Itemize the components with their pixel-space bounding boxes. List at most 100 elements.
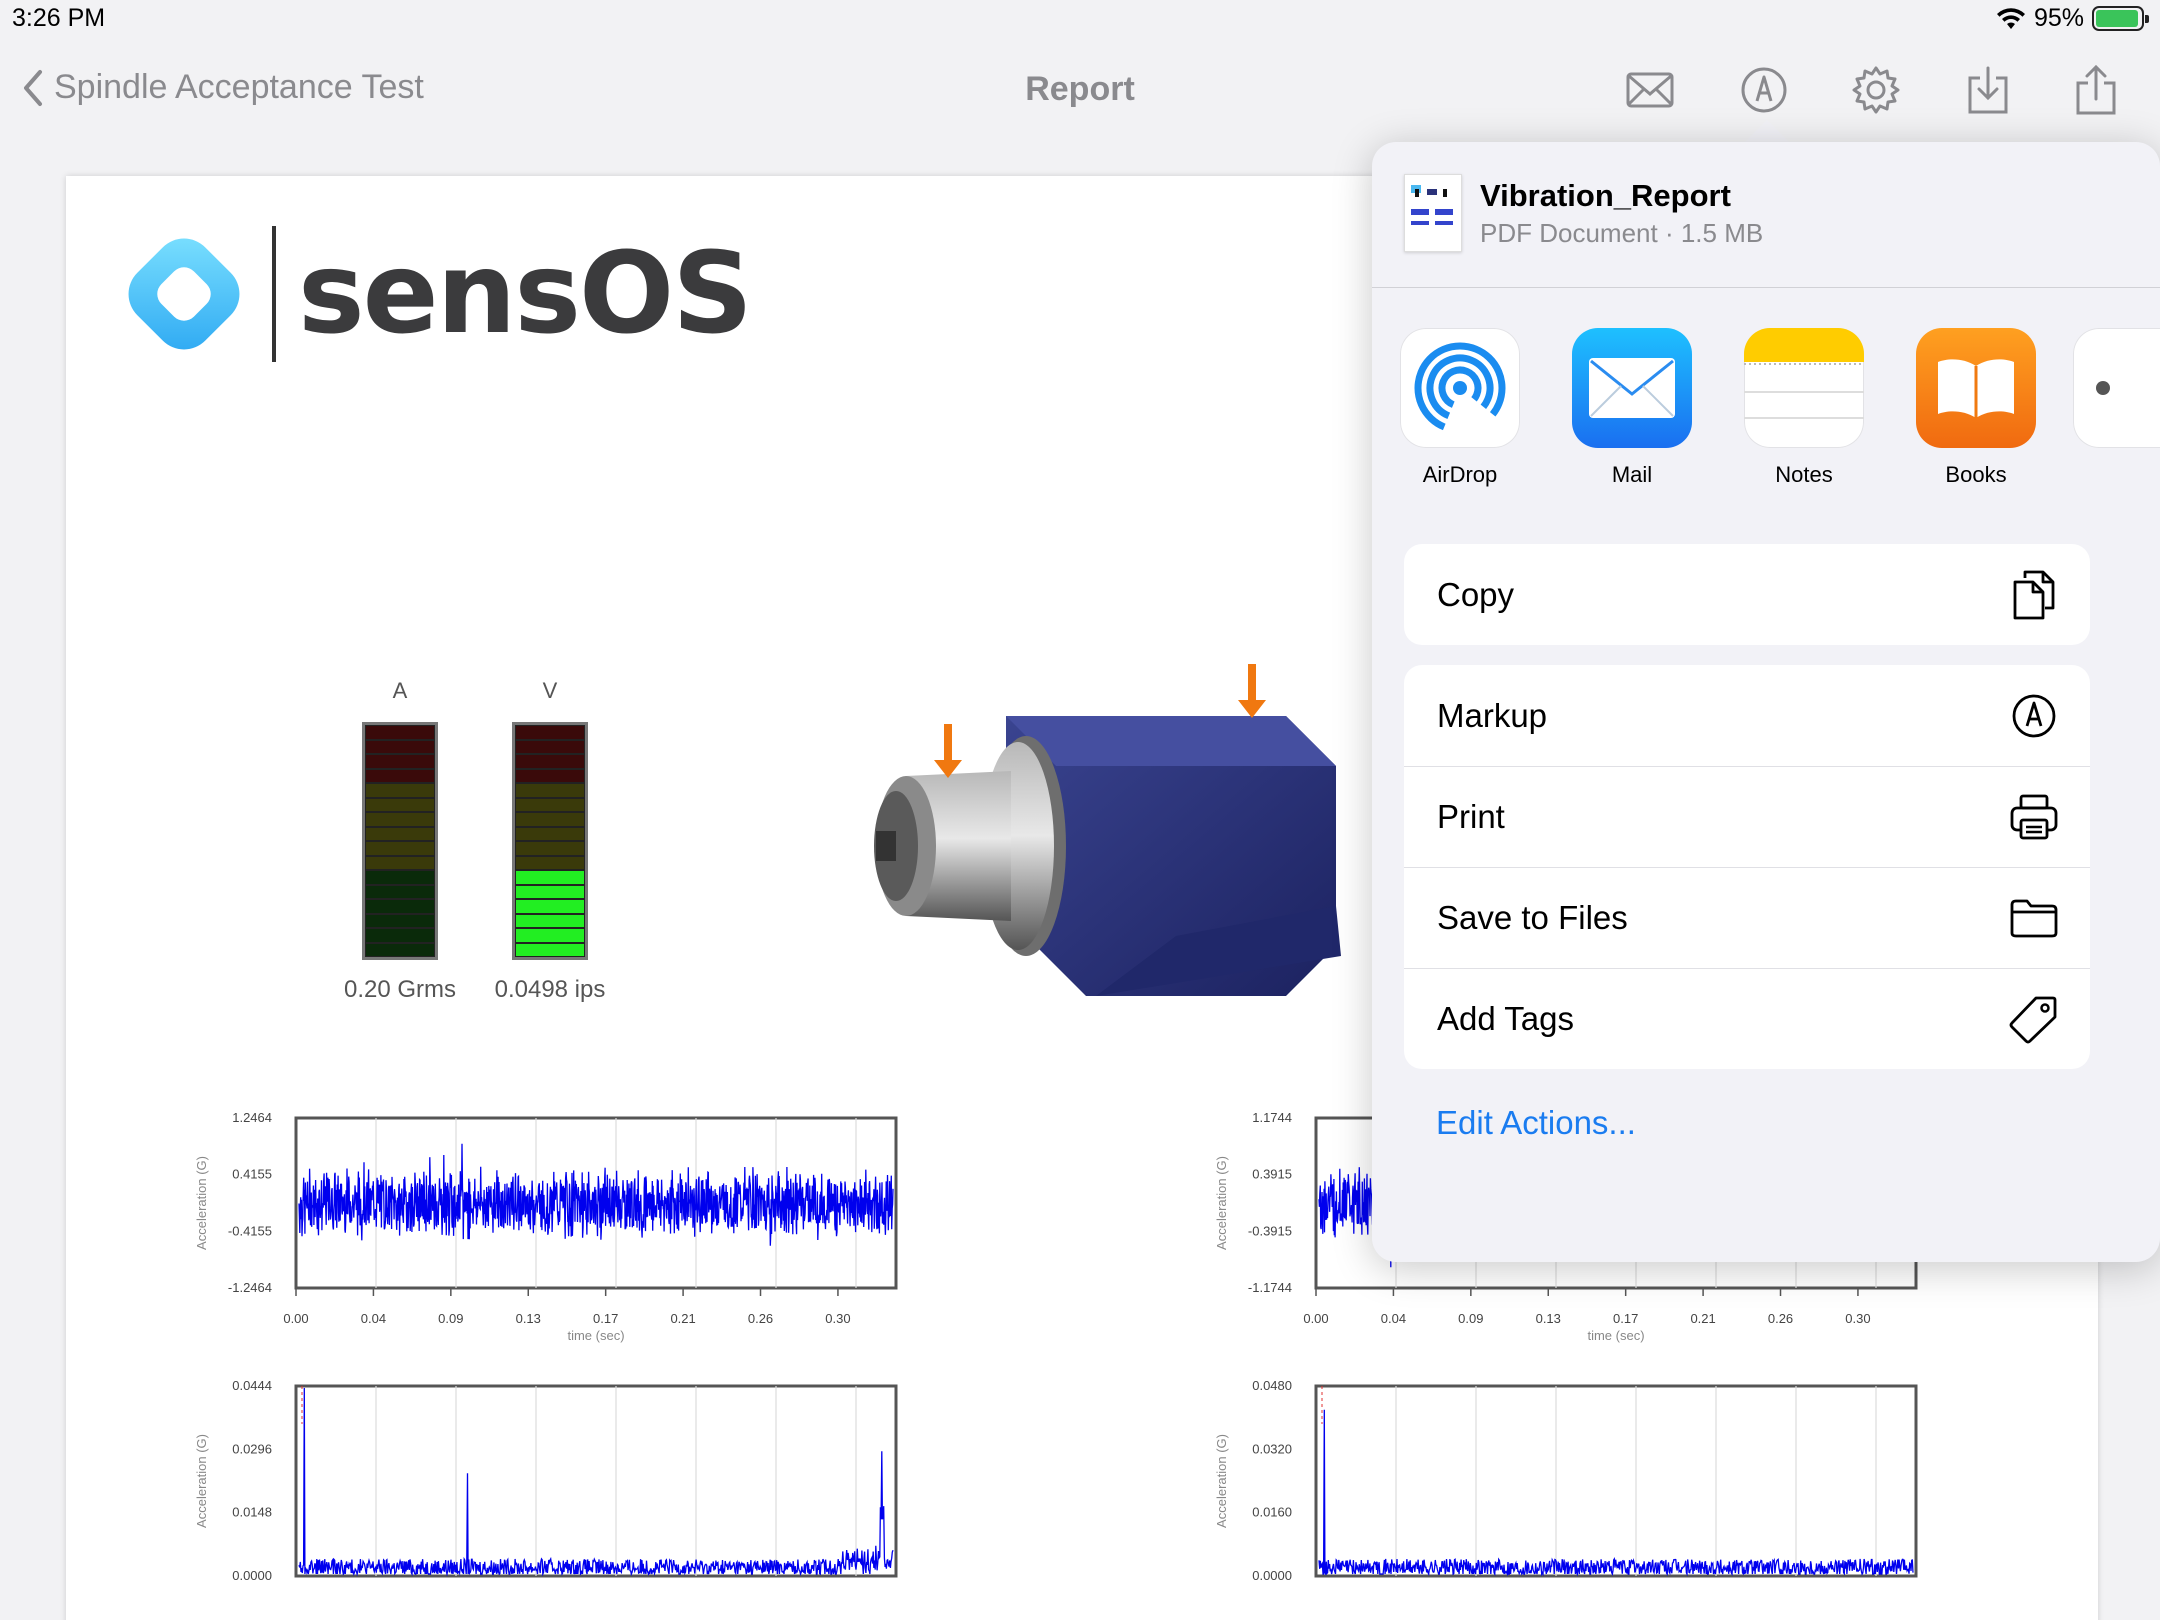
y-axis-title: Acceleration (G): [1214, 1156, 1229, 1250]
action-label: Copy: [1437, 575, 1515, 613]
add-tags-action[interactable]: Add Tags: [1404, 968, 2090, 1069]
markup-action[interactable]: Markup: [1404, 665, 2090, 766]
wifi-icon: [1996, 7, 2025, 29]
y-tick-label: 1.2464: [232, 1110, 272, 1125]
meter-segment: [366, 798, 434, 811]
battery-fill: [2096, 10, 2138, 27]
folder-icon: [2008, 892, 2060, 944]
mail-app-icon: [1572, 328, 1692, 448]
meter-segment: [366, 842, 434, 855]
x-axis-title: time (sec): [1587, 1328, 1644, 1343]
plot-area: [294, 1384, 898, 1578]
y-tick-label: 0.0444: [232, 1378, 272, 1393]
meter-segment: [366, 856, 434, 869]
share-app-notes[interactable]: Notes: [1729, 328, 1879, 488]
x-tick-label: 0.00: [283, 1311, 308, 1326]
meter-segment: [516, 856, 584, 869]
save-to-files-action[interactable]: Save to Files: [1404, 867, 2090, 968]
meter-segment: [366, 871, 434, 884]
share-app-mail[interactable]: Mail: [1557, 328, 1707, 488]
logo-divider: [272, 226, 276, 362]
sensos-logo: sensOS: [114, 224, 753, 364]
meter-segment: [516, 813, 584, 826]
meter-segment: [366, 813, 434, 826]
meter-a-label: A: [392, 678, 408, 703]
notes-app-icon: [1744, 328, 1864, 448]
meter-v-label: V: [542, 678, 558, 703]
share-app-more[interactable]: [2073, 328, 2160, 448]
meter-segment: [366, 755, 434, 768]
y-tick-label: 0.0160: [1252, 1505, 1292, 1520]
x-tick-label: 0.26: [1768, 1311, 1793, 1326]
meter-segment: [516, 740, 584, 753]
y-tick-label: 1.1744: [1252, 1110, 1292, 1125]
velocity-value: 0.0498 ips: [494, 976, 606, 1003]
x-tick-label: 0.17: [593, 1311, 618, 1326]
x-tick-label: 0.21: [1690, 1311, 1715, 1326]
page-title: Report: [1025, 70, 1135, 108]
y-axis-title: Acceleration (G): [194, 1156, 209, 1250]
back-button[interactable]: Spindle Acceptance Test: [22, 68, 424, 107]
share-sheet-pointer: [1743, 120, 1791, 144]
share-app-books[interactable]: Books: [1901, 328, 2051, 488]
edit-actions-link[interactable]: Edit Actions...: [1436, 1104, 1636, 1142]
spindle-motor-image: [874, 664, 1341, 996]
meter-segment: [366, 827, 434, 840]
x-tick-label: 0.26: [748, 1311, 773, 1326]
share-icon[interactable]: [2068, 62, 2124, 118]
meter-segment: [516, 871, 584, 884]
meter-segment: [516, 929, 584, 942]
print-action[interactable]: Print: [1404, 766, 2090, 867]
x-tick-label: 0.13: [1536, 1311, 1561, 1326]
mail-icon[interactable]: [1622, 62, 1678, 118]
measurement-arrow-right: [1238, 664, 1266, 718]
meter-segment: [516, 769, 584, 782]
markup-icon[interactable]: [1736, 62, 1792, 118]
y-tick-label: 0.0000: [232, 1568, 272, 1583]
meter-segment: [366, 784, 434, 797]
status-indicators: 95%: [1996, 4, 2149, 33]
x-tick-label: 0.04: [1381, 1311, 1406, 1326]
battery-icon: [2092, 6, 2149, 31]
meter-segment: [516, 842, 584, 855]
copy-action[interactable]: Copy: [1404, 544, 2090, 645]
gear-icon[interactable]: [1848, 62, 1904, 118]
tag-icon: [2008, 993, 2060, 1045]
markup-icon: [2008, 690, 2060, 742]
battery-percent: 95%: [2033, 4, 2084, 32]
x-tick-label: 0.00: [1303, 1311, 1328, 1326]
action-group-secondary: Markup Print Save to Files Add Tags: [1404, 665, 2090, 1069]
back-button-label: Spindle Acceptance Test: [54, 68, 424, 106]
meter-segment: [366, 943, 434, 956]
x-tick-label: 0.09: [1458, 1311, 1483, 1326]
acceleration-value: 0.20 Grms: [343, 976, 457, 1003]
x-tick-label: 0.04: [361, 1311, 386, 1326]
y-tick-label: -0.4155: [228, 1223, 272, 1238]
meter-segment: [516, 726, 584, 739]
meter-segment: [516, 943, 584, 956]
download-icon[interactable]: [1960, 62, 2016, 118]
share-app-label: Mail: [1611, 462, 1653, 487]
share-app-airdrop[interactable]: AirDrop: [1385, 328, 1535, 488]
share-app-label: Books: [1945, 462, 2007, 487]
meter-segment: [516, 900, 584, 913]
y-tick-label: 0.0320: [1252, 1441, 1292, 1456]
meter-segment: [366, 929, 434, 942]
spectrum-chart-2: 0.0480 0.0320 0.0160 0.0000 Acceleration (G): [1214, 1378, 1918, 1583]
meter-segment: [366, 769, 434, 782]
share-app-label: Notes: [1775, 462, 1833, 487]
books-app-icon: [1916, 328, 2036, 448]
logo-text: sensOS: [298, 229, 753, 359]
status-time: 3:26 PM: [12, 4, 106, 32]
meter-segment: [516, 827, 584, 840]
meter-segment: [366, 900, 434, 913]
time-waveform-chart-1: 1.2464 0.4155 -0.4155 -1.2464 Acceleration (…: [194, 1110, 898, 1343]
y-tick-label: -0.3915: [1248, 1223, 1292, 1238]
x-tick-label: 0.17: [1613, 1311, 1638, 1326]
share-app-label: AirDrop: [1422, 462, 1498, 487]
sensos-logo-mark: [128, 238, 240, 350]
x-tick-label: 0.30: [1845, 1311, 1870, 1326]
acceleration-meter: [362, 722, 438, 960]
meter-segment: [366, 740, 434, 753]
meter-segment: [516, 784, 584, 797]
